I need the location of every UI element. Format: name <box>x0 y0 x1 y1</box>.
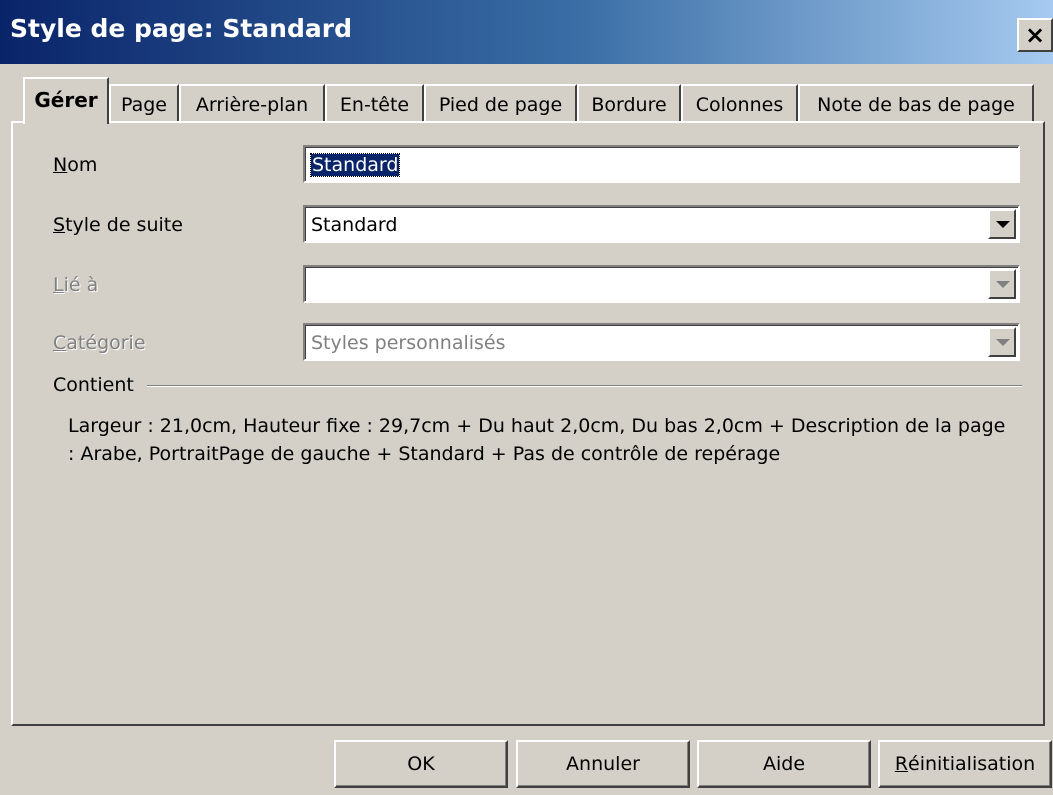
style-de-suite-value: Standard <box>311 214 398 236</box>
nom-value: Standard <box>309 153 401 177</box>
tab-bordure[interactable]: Bordure <box>577 84 681 123</box>
lie-a-select[interactable] <box>303 265 1020 303</box>
annuler-button[interactable]: Annuler <box>516 740 690 788</box>
tab-note-de-bas-de-page[interactable]: Note de bas de page <box>798 84 1034 123</box>
categorie-value: Styles personnalisés <box>311 332 506 354</box>
style-de-suite-label: Style de suite <box>53 214 183 236</box>
style-de-suite-select[interactable]: Standard <box>303 205 1020 243</box>
categorie-select[interactable]: Styles personnalisés <box>303 323 1020 361</box>
tab-colonnes[interactable]: Colonnes <box>681 84 798 123</box>
ok-button[interactable]: OK <box>334 740 508 788</box>
chevron-down-icon[interactable] <box>988 269 1016 299</box>
dialog-title: Style de page: Standard <box>10 14 352 43</box>
reinitialisation-button[interactable]: Réinitialisation <box>878 740 1052 788</box>
title-bar[interactable]: Style de page: Standard × <box>0 0 1053 64</box>
tab-page[interactable]: Page <box>109 84 179 123</box>
lie-a-label: Lié à <box>53 274 99 296</box>
tab-en-tete[interactable]: En-tête <box>325 84 424 123</box>
close-icon: × <box>1024 21 1046 49</box>
chevron-down-icon[interactable] <box>988 209 1016 239</box>
contient-divider <box>147 385 1022 387</box>
categorie-label: Catégorie <box>53 332 146 354</box>
tab-arriere-plan[interactable]: Arrière-plan <box>179 84 325 123</box>
tab-pied-de-page[interactable]: Pied de page <box>424 84 577 123</box>
tab-gerer[interactable]: Gérer <box>23 77 109 124</box>
chevron-down-icon[interactable] <box>988 327 1016 357</box>
page-style-dialog: Style de page: Standard × Gérer Page Arr… <box>0 0 1053 795</box>
contient-label: Contient <box>53 374 134 396</box>
contient-description: Largeur : 21,0cm, Hauteur fixe : 29,7cm … <box>68 415 1006 465</box>
aide-button[interactable]: Aide <box>697 740 871 788</box>
nom-input[interactable]: Standard <box>303 145 1020 183</box>
nom-label: Nom <box>53 154 98 176</box>
close-button[interactable]: × <box>1017 18 1053 52</box>
